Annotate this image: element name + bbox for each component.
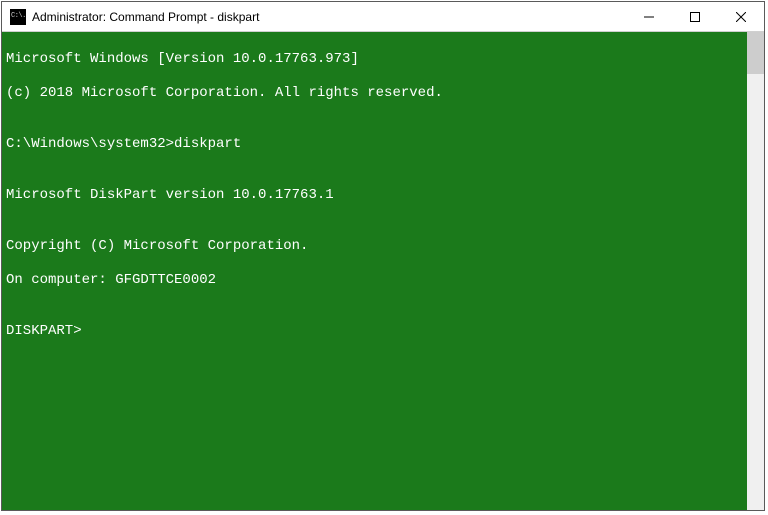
console-line: Microsoft Windows [Version 10.0.17763.97…: [6, 51, 743, 68]
scrollbar-thumb[interactable]: [747, 32, 764, 74]
client-area: Microsoft Windows [Version 10.0.17763.97…: [2, 32, 764, 510]
vertical-scrollbar[interactable]: [747, 32, 764, 510]
console-line: (c) 2018 Microsoft Corporation. All righ…: [6, 85, 743, 102]
console-line: Copyright (C) Microsoft Corporation.: [6, 238, 743, 255]
minimize-icon: [644, 12, 654, 22]
close-icon: [736, 12, 746, 22]
close-button[interactable]: [718, 2, 764, 31]
cmd-icon-glyph: C:\.: [10, 13, 26, 20]
console-prompt: DISKPART>: [6, 323, 743, 340]
command-prompt-window: C:\. Administrator: Command Prompt - dis…: [1, 1, 765, 511]
minimize-button[interactable]: [626, 2, 672, 31]
cmd-icon: C:\.: [10, 9, 26, 25]
maximize-button[interactable]: [672, 2, 718, 31]
console-line: C:\Windows\system32>diskpart: [6, 136, 743, 153]
window-controls: [626, 2, 764, 31]
maximize-icon: [690, 12, 700, 22]
titlebar[interactable]: C:\. Administrator: Command Prompt - dis…: [2, 2, 764, 32]
console-output[interactable]: Microsoft Windows [Version 10.0.17763.97…: [2, 32, 747, 510]
console-line: On computer: GFGDTTCE0002: [6, 272, 743, 289]
console-line: Microsoft DiskPart version 10.0.17763.1: [6, 187, 743, 204]
window-title: Administrator: Command Prompt - diskpart: [32, 10, 626, 24]
